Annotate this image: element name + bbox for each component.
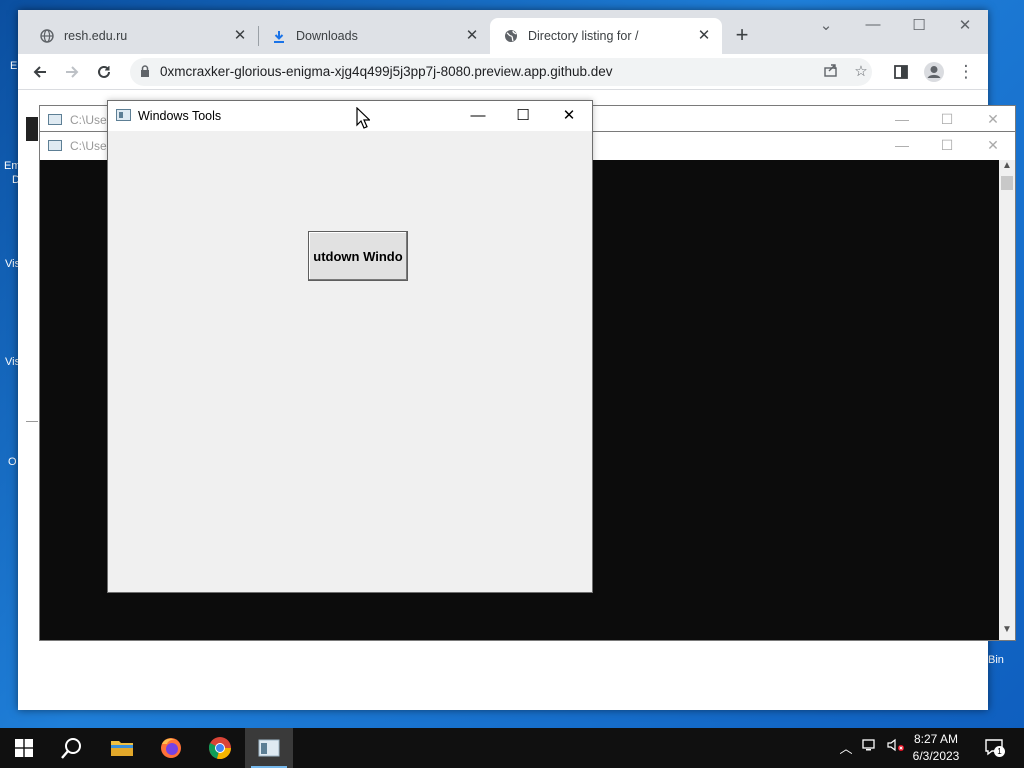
windows-tools-taskbar-button[interactable] [245, 728, 293, 768]
clock-time: 8:27 AM [913, 732, 959, 746]
minimize-button[interactable]: — [892, 111, 912, 129]
close-tab-icon[interactable]: ✕ [464, 28, 480, 44]
search-icon [61, 738, 81, 759]
tab-strip: resh.edu.ru ✕ Downloads ✕ Directory list… [18, 10, 988, 54]
side-panel-icon[interactable] [888, 60, 914, 84]
desktop-icon-label[interactable]: E [10, 60, 17, 72]
notification-center-icon[interactable]: 1 [982, 738, 1006, 758]
desktop-icon-label[interactable]: O [8, 456, 17, 468]
window-title: Windows Tools [138, 109, 222, 123]
windows-logo-icon [15, 739, 33, 757]
new-tab-button[interactable]: + [730, 24, 754, 48]
scroll-up-icon[interactable]: ▲ [999, 160, 1015, 176]
notification-count: 1 [994, 746, 1005, 757]
chrome-button[interactable] [196, 728, 244, 768]
taskbar: ︿ 8:27 AM 6/3/2023 1 [0, 728, 1024, 768]
tab-search-icon[interactable]: ⌄ [814, 16, 838, 38]
windows-tools-window[interactable]: Windows Tools — ☐ ✕ utdown Windo [107, 100, 593, 593]
start-button[interactable] [0, 728, 48, 768]
console-title: C:\User [70, 113, 111, 127]
maximize-button[interactable]: ☐ [937, 137, 957, 155]
reload-button[interactable] [91, 60, 117, 84]
mouse-cursor-icon [356, 107, 370, 129]
maximize-button[interactable]: ☐ [907, 16, 931, 38]
volume-muted-icon[interactable] [886, 738, 906, 758]
close-button[interactable]: ✕ [554, 106, 584, 126]
address-bar[interactable]: 0xmcraxker-glorious-enigma-xjg4q499j5j3p… [130, 58, 872, 86]
download-icon [272, 29, 286, 43]
maximize-button[interactable]: ☐ [937, 111, 957, 129]
maximize-button[interactable]: ☐ [508, 106, 538, 126]
forward-button[interactable] [59, 60, 85, 84]
close-button[interactable]: ✕ [983, 137, 1003, 155]
file-explorer-button[interactable] [98, 728, 146, 768]
globe-icon [40, 29, 54, 43]
page-rule [26, 421, 38, 422]
desktop-icon-label[interactable]: Bin [988, 654, 1004, 666]
window-title-bar[interactable]: Windows Tools — ☐ ✕ [108, 101, 592, 131]
shutdown-windows-button[interactable]: utdown Windo [308, 231, 408, 281]
tab-title: Downloads [296, 29, 358, 43]
scroll-down-icon[interactable]: ▼ [999, 624, 1015, 640]
firefox-button[interactable] [147, 728, 195, 768]
console-title: C:\User [70, 139, 111, 153]
profile-avatar-icon[interactable] [921, 60, 947, 84]
console-icon [48, 114, 62, 125]
close-tab-icon[interactable]: ✕ [696, 28, 712, 44]
share-icon[interactable] [820, 62, 842, 82]
chrome-icon [208, 737, 232, 760]
close-window-button[interactable]: ✕ [953, 16, 977, 38]
url-text[interactable]: 0xmcraxker-glorious-enigma-xjg4q499j5j3p… [160, 64, 613, 79]
taskbar-clock[interactable]: 8:27 AM 6/3/2023 [906, 731, 966, 765]
tab-title: resh.edu.ru [64, 29, 128, 43]
tab-downloads[interactable]: Downloads ✕ [258, 18, 490, 54]
browser-toolbar: 0xmcraxker-glorious-enigma-xjg4q499j5j3p… [18, 54, 988, 90]
show-hidden-icons-icon[interactable]: ︿ [838, 738, 854, 758]
bookmark-star-icon[interactable]: ☆ [850, 62, 872, 82]
minimize-button[interactable]: — [861, 16, 885, 38]
app-icon [116, 109, 131, 121]
scroll-thumb[interactable] [1001, 176, 1013, 190]
console-icon [48, 140, 62, 151]
tab-directory-listing[interactable]: Directory listing for / ✕ [490, 18, 722, 54]
app-window-icon [258, 739, 280, 757]
close-button[interactable]: ✕ [983, 111, 1003, 129]
vertical-scrollbar[interactable]: ▲ ▼ [999, 160, 1015, 640]
more-menu-icon[interactable]: ⋮ [953, 60, 979, 84]
lock-icon[interactable] [140, 65, 150, 78]
tab-title: Directory listing for / [528, 29, 639, 43]
globe-icon [504, 29, 518, 43]
minimize-button[interactable]: — [892, 137, 912, 155]
close-tab-icon[interactable]: ✕ [232, 28, 248, 44]
tab-resh[interactable]: resh.edu.ru ✕ [26, 18, 258, 54]
page-heading-fragment [26, 117, 38, 141]
minimize-button[interactable]: — [463, 106, 493, 126]
network-icon[interactable] [861, 738, 879, 758]
search-button[interactable] [48, 728, 96, 768]
clock-date: 6/3/2023 [912, 749, 960, 763]
back-button[interactable] [27, 60, 53, 84]
firefox-icon [161, 738, 181, 758]
folder-icon [111, 741, 133, 756]
